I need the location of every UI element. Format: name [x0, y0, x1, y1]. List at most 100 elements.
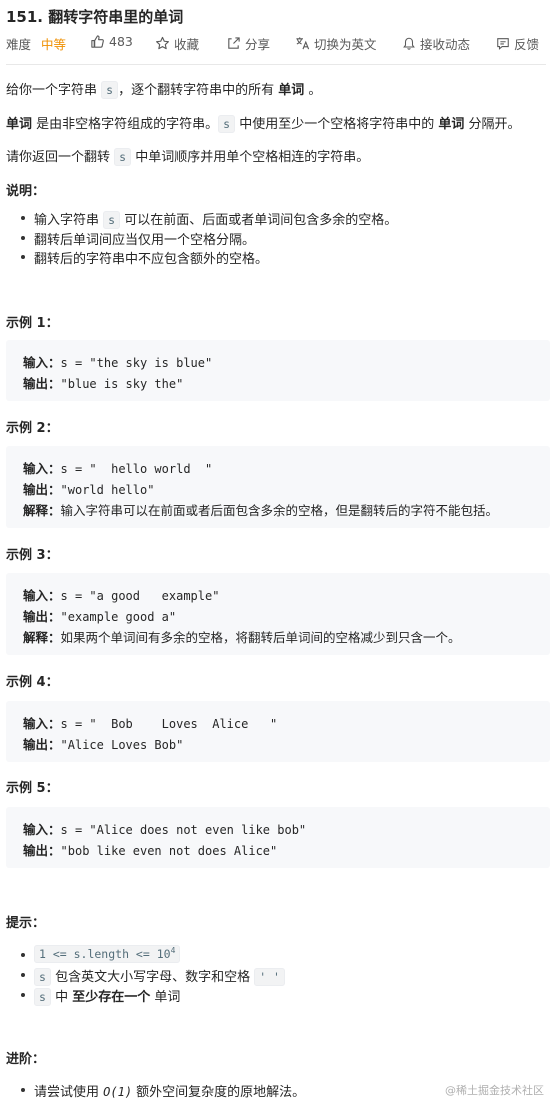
text: 给你一个字符串 — [6, 83, 102, 98]
description-paragraph-2: 单词 是由非空格字符组成的字符串。 s 中使用至少一个空格将字符串中的 单词 分隔… — [6, 113, 521, 133]
list-item: s 中 至少存在一个 单词 — [20, 986, 181, 1006]
input-label: 输入： — [23, 355, 61, 370]
text: 单词 — [150, 990, 181, 1005]
description-paragraph-3: 请你返回一个翻转 s 中单词顺序并用单个空格相连的字符串。 — [6, 146, 370, 166]
inline-code: s — [114, 148, 132, 166]
output-value: "world hello" — [60, 483, 155, 497]
list-item: 翻转后单词间应当仅用一个空格分隔。 — [20, 229, 255, 248]
output-label: 输出： — [23, 609, 61, 624]
example-1-box: 输入：s = "the sky is blue" 输出："blue is sky… — [6, 340, 550, 401]
list-item: 输入字符串 s 可以在前面、后面或者单词间包含多余的空格。 — [20, 209, 398, 229]
translate-icon — [295, 36, 310, 51]
switch-language-label: 切换为英文 — [314, 37, 377, 52]
input-value: s = "a good example" — [60, 589, 220, 603]
input-label: 输入： — [23, 716, 61, 731]
problem-title: 151. 翻转字符串里的单词 — [6, 8, 184, 26]
difficulty-badge: 中等 — [41, 37, 67, 52]
example-5-heading: 示例 5： — [6, 781, 59, 796]
example-1-heading: 示例 1： — [6, 316, 59, 331]
inline-code: s — [103, 211, 121, 229]
text: 中 — [50, 990, 73, 1005]
text: 分隔开。 — [464, 117, 521, 132]
share-label: 分享 — [245, 37, 271, 52]
list-item: 请尝试使用 O(1) 额外空间复杂度的原地解法。 — [20, 1081, 306, 1100]
example-3-box: 输入：s = "a good example" 输出："example good… — [6, 573, 550, 655]
switch-language-button[interactable]: 切换为英文 — [295, 34, 377, 53]
thumbs-up-icon — [90, 34, 105, 49]
example-5-box: 输入：s = "Alice does not even like bob" 输出… — [6, 807, 550, 868]
input-label: 输入： — [23, 461, 61, 476]
feedback-icon — [496, 36, 510, 51]
bold-text: 单词 — [278, 83, 305, 98]
output-value: "Alice Loves Bob" — [60, 738, 184, 752]
input-value: s = " hello world " — [60, 462, 213, 476]
advanced-heading: 进阶： — [6, 1052, 46, 1067]
share-button[interactable]: 分享 — [226, 34, 270, 53]
bold-text: 单词 — [438, 117, 465, 132]
notes-heading: 说明： — [6, 184, 46, 199]
inline-code: 1 <= s.length <= 104 — [34, 944, 181, 963]
example-2-heading: 示例 2： — [6, 421, 59, 436]
feedback-button[interactable]: 反馈 — [496, 34, 539, 53]
bold-text: 单词 — [6, 117, 33, 132]
text: 中单词顺序并用单个空格相连的字符串。 — [131, 150, 370, 165]
input-value: s = "the sky is blue" — [60, 356, 213, 370]
header-divider — [6, 64, 546, 65]
text: 中使用至少一个空格将字符串中的 — [235, 117, 439, 132]
favorite-button[interactable]: 收藏 — [155, 34, 199, 53]
watermark: @稀土掘金技术社区 — [445, 1084, 544, 1097]
subscribe-label: 接收动态 — [420, 37, 471, 52]
output-label: 输出： — [23, 843, 61, 858]
inline-code: s — [34, 968, 51, 986]
list-item: s 包含英文大小写字母、数字和空格 ' ' — [21, 966, 285, 986]
explain-label: 解释： — [23, 503, 61, 518]
text: 可以在前面、后面或者单词间包含多余的空格。 — [120, 213, 398, 228]
like-count: 483 — [109, 34, 133, 49]
text: 是由非空格字符组成的字符串。 — [32, 117, 219, 132]
example-4-box: 输入：s = " Bob Loves Alice " 输出："Alice Lov… — [6, 701, 550, 762]
difficulty: 难度 中等 — [6, 34, 66, 53]
output-value: "blue is sky the" — [60, 377, 184, 391]
favorite-label: 收藏 — [174, 37, 200, 52]
inline-code: s — [34, 988, 51, 1006]
input-value: s = " Bob Loves Alice " — [60, 717, 278, 731]
output-value: "example good a" — [60, 610, 177, 624]
text: 请你返回一个翻转 — [6, 150, 115, 165]
star-icon — [155, 36, 170, 51]
subscribe-button[interactable]: 接收动态 — [402, 34, 470, 53]
text: ，逐个翻转字符串中的所有 — [118, 83, 279, 98]
like-button[interactable]: 483 — [90, 34, 133, 49]
hints-heading: 提示： — [6, 916, 46, 931]
explain-label: 解释： — [23, 630, 61, 645]
example-3-heading: 示例 3： — [6, 548, 59, 563]
share-icon — [226, 36, 241, 51]
inline-code: ' ' — [254, 968, 285, 986]
explain-text: 如果两个单词间有多余的空格，将翻转后单词间的空格减少到只含一个。 — [60, 630, 461, 645]
description-paragraph-1: 给你一个字符串 s ，逐个翻转字符串中的所有 单词 。 — [6, 79, 322, 99]
exponent: 4 — [170, 946, 176, 955]
text: 请尝试使用 — [34, 1085, 104, 1100]
text: 包含英文大小写字母、数字和空格 — [50, 970, 255, 985]
input-value: s = "Alice does not even like bob" — [60, 823, 307, 837]
example-2-box: 输入：s = " hello world " 输出："world hello" … — [6, 446, 550, 528]
list-item: 翻转后的字符串中不应包含额外的空格。 — [20, 248, 268, 267]
list-item: 1 <= s.length <= 104 — [20, 944, 181, 963]
bold-text: 至少存在一个 — [72, 990, 151, 1005]
math-expression: O(1) — [103, 1085, 133, 1099]
feedback-label: 反馈 — [514, 37, 540, 52]
output-label: 输出： — [23, 482, 61, 497]
input-label: 输入： — [23, 588, 61, 603]
problem-meta-bar: 难度 中等 483 收藏 分享 切换为英文 接收动态 反馈 — [0, 34, 550, 52]
inline-code: s — [218, 115, 236, 133]
text: 输入字符串 — [34, 213, 104, 228]
bell-icon — [402, 36, 416, 51]
output-value: "bob like even not does Alice" — [60, 844, 278, 858]
output-label: 输出： — [23, 737, 61, 752]
difficulty-label: 难度 — [6, 37, 32, 52]
text: 额外空间复杂度的原地解法。 — [132, 1085, 306, 1100]
input-label: 输入： — [23, 822, 61, 837]
constraint-text: 1 <= s.length <= 10 — [39, 946, 171, 961]
output-label: 输出： — [23, 376, 61, 391]
text: 。 — [304, 83, 322, 98]
inline-code: s — [101, 81, 119, 99]
